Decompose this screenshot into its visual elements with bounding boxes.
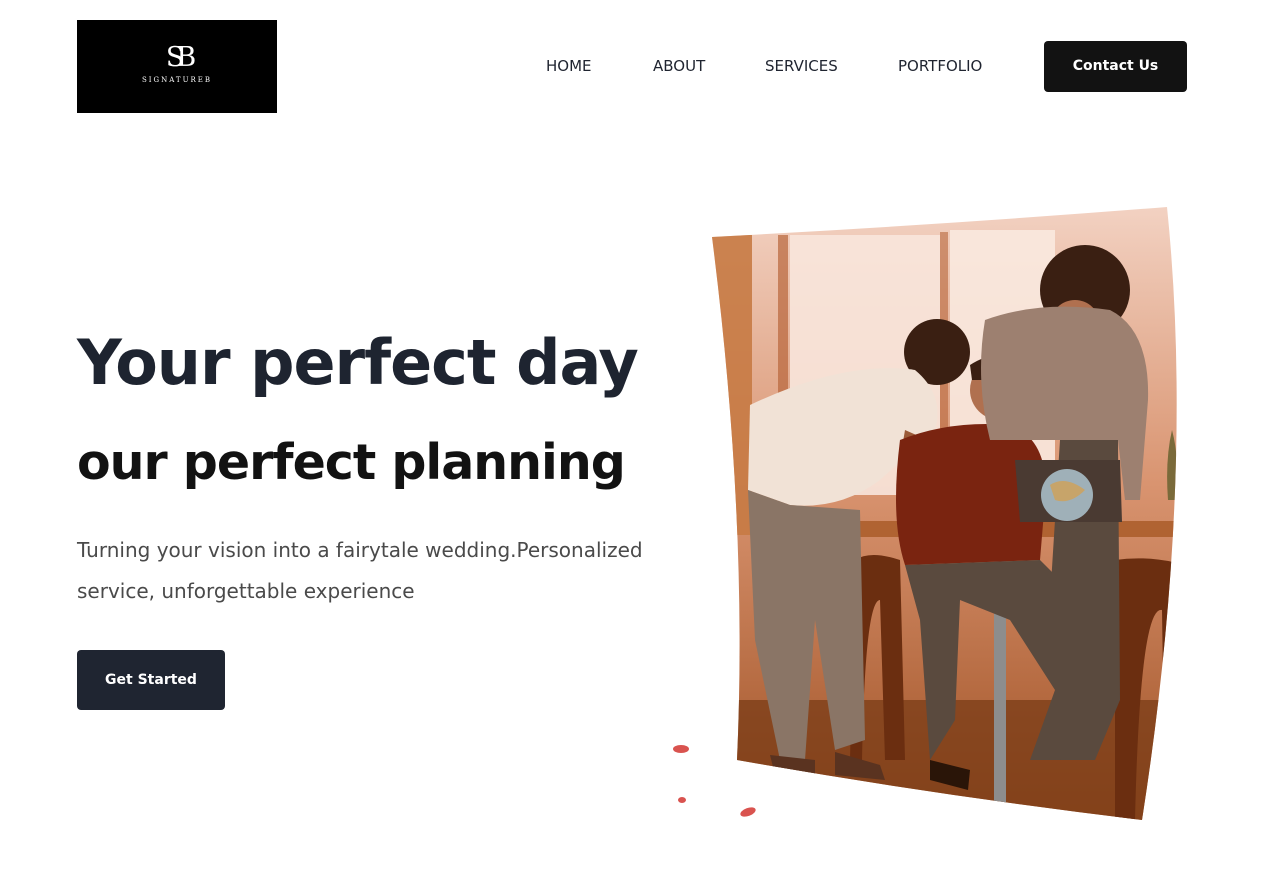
contact-us-button[interactable]: Contact Us (1044, 41, 1187, 92)
hero-title-secondary: our perfect planning (77, 434, 626, 491)
nav-services[interactable]: SERVICES (765, 57, 838, 75)
brand-logo[interactable]: SB SIGNATUREB (77, 20, 277, 113)
photo-team-meeting (712, 207, 1177, 820)
petal-decoration (740, 807, 756, 817)
logo-monogram: SB (165, 42, 196, 73)
nav-about[interactable]: ABOUT (653, 57, 705, 75)
logo-wordmark: SIGNATUREB (141, 76, 213, 84)
hero-title: Your perfect day (77, 326, 639, 399)
hero-subtitle: Turning your vision into a fairytale wed… (77, 538, 643, 603)
nav-portfolio[interactable]: PORTFOLIO (898, 57, 982, 75)
hero-image (673, 207, 1177, 820)
nav-home[interactable]: HOME (546, 57, 592, 75)
petal-decoration (678, 797, 686, 803)
get-started-button[interactable]: Get Started (77, 650, 225, 710)
petal-decoration (673, 745, 689, 753)
